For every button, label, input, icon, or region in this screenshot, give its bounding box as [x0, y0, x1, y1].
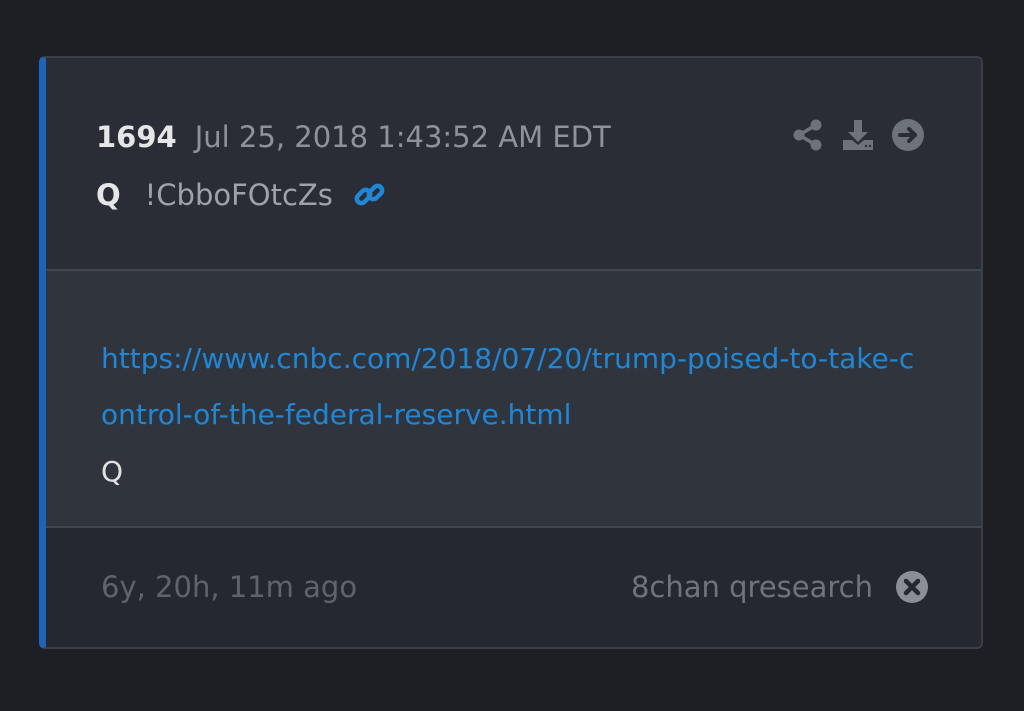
post-signature: Q	[101, 455, 124, 488]
share-icon[interactable]	[791, 118, 825, 152]
post-number: 1694	[96, 120, 177, 154]
download-icon[interactable]	[841, 118, 875, 152]
arrow-right-circle-icon[interactable]	[891, 118, 925, 152]
tripcode: !CbboFOtcZs	[144, 178, 333, 212]
post-link[interactable]: https://www.cnbc.com/2018/07/20/trump-po…	[101, 331, 921, 443]
post-header: 1694 Jul 25, 2018 1:43:52 AM EDT Q !CbboF…	[46, 58, 981, 271]
post-footer: 6y, 20h, 11m ago 8chan qresearch	[46, 528, 981, 647]
source-label: 8chan qresearch	[630, 570, 873, 604]
post-actions	[791, 118, 925, 152]
time-ago: 6y, 20h, 11m ago	[101, 570, 358, 604]
post-body: https://www.cnbc.com/2018/07/20/trump-po…	[46, 271, 981, 528]
post-date: Jul 25, 2018 1:43:52 AM EDT	[194, 120, 611, 154]
author-line: Q !CbboFOtcZs	[96, 174, 387, 216]
post-card: 1694 Jul 25, 2018 1:43:52 AM EDT Q !CbboF…	[39, 56, 983, 649]
close-circle-icon[interactable]	[895, 570, 929, 604]
author-name: Q	[96, 178, 121, 212]
source-group: 8chan qresearch	[631, 566, 929, 608]
post-meta-line: 1694 Jul 25, 2018 1:43:52 AM EDT	[96, 116, 611, 163]
link-icon[interactable]	[353, 178, 387, 212]
